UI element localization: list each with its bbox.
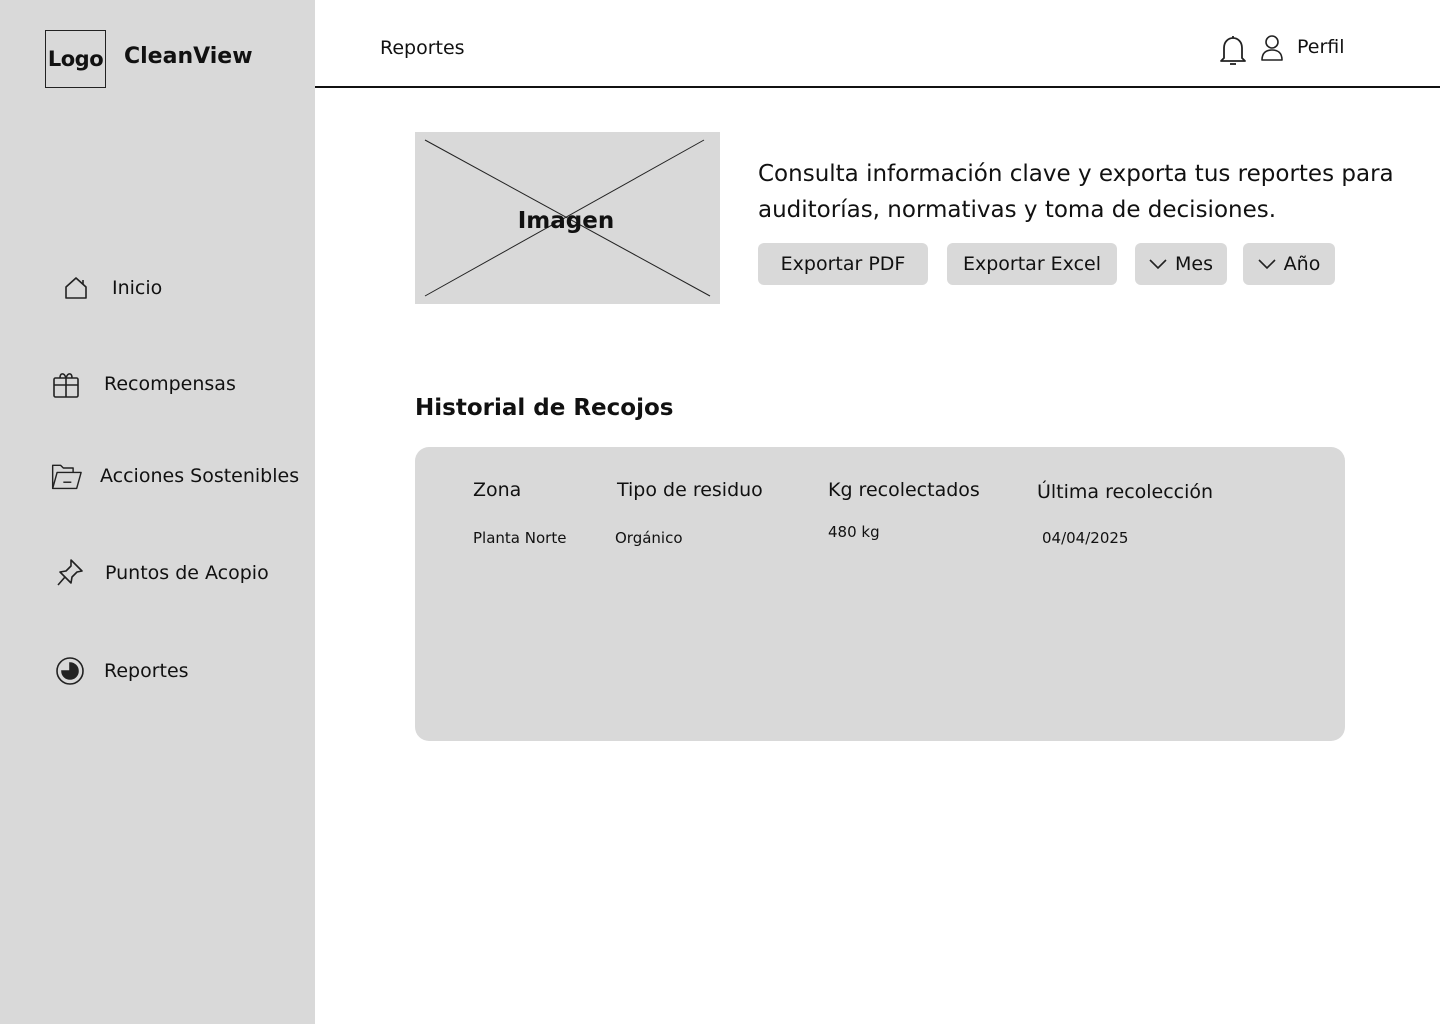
export-pdf-label: Exportar PDF [780, 253, 906, 275]
top-bar: Reportes Perfil [315, 0, 1440, 88]
logo-text: Logo [47, 47, 104, 71]
home-icon [60, 272, 92, 304]
export-excel-button[interactable]: Exportar Excel [947, 243, 1117, 285]
profile-link[interactable]: Perfil [1297, 36, 1345, 58]
table-cell: 480 kg [828, 523, 880, 541]
history-table: Zona Tipo de residuo Kg recolectados Últ… [415, 447, 1345, 741]
bell-icon[interactable] [1218, 33, 1248, 71]
year-dropdown-label: Año [1283, 253, 1321, 275]
column-header-ultima-recoleccion: Última recolección [1037, 481, 1214, 503]
sidebar: Logo CleanView Inicio Recompensas Accion… [0, 0, 315, 1024]
chevron-down-icon [1258, 258, 1276, 270]
image-placeholder: Imagen [415, 132, 720, 304]
column-header-tipo-residuo: Tipo de residuo [617, 479, 763, 501]
chevron-down-icon [1149, 258, 1167, 270]
column-header-kg: Kg recolectados [828, 479, 980, 501]
user-icon[interactable] [1260, 34, 1284, 66]
logo: Logo [45, 30, 106, 88]
sidebar-item-puntos-de-acopio[interactable]: Puntos de Acopio [54, 557, 269, 589]
column-header-zona: Zona [473, 479, 522, 501]
sidebar-item-acciones-sostenibles[interactable]: Acciones Sostenibles [50, 460, 299, 492]
sidebar-item-reportes[interactable]: Reportes [54, 655, 189, 687]
section-title: Historial de Recojos [415, 395, 674, 421]
hero-description: Consulta información clave y exporta tus… [758, 161, 1394, 223]
sidebar-item-inicio[interactable]: Inicio [60, 272, 162, 304]
gift-icon [50, 368, 82, 400]
month-dropdown-label: Mes [1175, 253, 1213, 275]
page-title: Reportes [380, 37, 465, 59]
year-dropdown[interactable]: Año [1243, 243, 1335, 285]
sidebar-item-label: Puntos de Acopio [105, 562, 269, 584]
sidebar-item-label: Acciones Sostenibles [100, 465, 300, 487]
sidebar-item-label: Inicio [112, 277, 163, 299]
pie-chart-icon [54, 655, 86, 687]
table-cell: Orgánico [615, 529, 683, 547]
sidebar-item-recompensas[interactable]: Recompensas [50, 368, 236, 400]
table-cell: 04/04/2025 [1042, 529, 1129, 547]
pin-icon [54, 557, 86, 589]
sidebar-item-label: Recompensas [104, 373, 236, 395]
sidebar-item-label: Reportes [104, 660, 189, 682]
month-dropdown[interactable]: Mes [1135, 243, 1227, 285]
table-cell: Planta Norte [473, 529, 567, 547]
folder-open-icon [50, 460, 82, 492]
export-pdf-button[interactable]: Exportar PDF [758, 243, 928, 285]
brand-name: CleanView [124, 44, 253, 69]
image-placeholder-label: Imagen [517, 208, 615, 234]
export-excel-label: Exportar Excel [962, 253, 1102, 275]
